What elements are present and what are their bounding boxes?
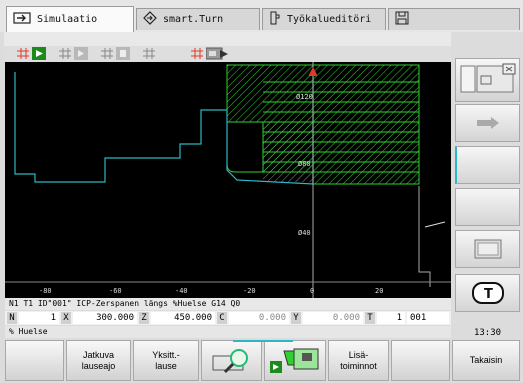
position-label: N xyxy=(7,312,17,324)
tool-button[interactable]: T xyxy=(455,274,520,312)
axis-tick-label: -20 xyxy=(243,287,256,295)
position-label: T xyxy=(365,312,375,324)
cutting-icon xyxy=(270,348,319,373)
position-value: 1 xyxy=(377,312,405,324)
block-display: N1 T1 ID"001" ICP-Zerspanen längs %Huels… xyxy=(5,298,451,310)
arrow-right-icon xyxy=(13,12,31,27)
grid-icon[interactable] xyxy=(58,47,72,60)
soft-key-layout[interactable] xyxy=(455,230,520,268)
position-label: X xyxy=(61,312,71,324)
tool-icon xyxy=(269,11,281,28)
soft-key-disabled[interactable] xyxy=(455,104,520,142)
tab-tyokalueditori[interactable]: Työkalueditöri xyxy=(262,8,386,30)
blank-material xyxy=(226,64,420,185)
button-label: Yksitt.- lause xyxy=(152,349,180,371)
step-icon[interactable] xyxy=(74,47,88,60)
cutting-view-button[interactable] xyxy=(264,340,326,381)
diamond-arrow-icon xyxy=(143,11,157,28)
clock: 13:30 xyxy=(473,328,502,338)
single-block-button[interactable]: Yksitt.- lause xyxy=(133,340,199,381)
axis-tick-label: -80 xyxy=(39,287,52,295)
tool-id-value: 001 xyxy=(407,312,449,324)
grid-red-icon[interactable] xyxy=(16,47,30,60)
soft-key-empty[interactable] xyxy=(455,146,520,184)
tab-save[interactable] xyxy=(388,8,520,30)
simulation-graphic[interactable]: Ø120 Ø80 Ø40 -80 -60 -40 -20 0 20 xyxy=(5,62,451,298)
position-display: N 1 X 300.000 Z 450.000 C 0.000 Y 0.000 … xyxy=(5,311,451,325)
dim-label: Ø120 xyxy=(296,93,313,101)
soft-key-7[interactable] xyxy=(391,340,450,381)
position-value: 0.000 xyxy=(303,312,363,324)
soft-key-1[interactable] xyxy=(5,340,64,381)
position-value: 300.000 xyxy=(73,312,137,324)
simulation-canvas: Ø120 Ø80 Ø40 -80 -60 -40 -20 0 20 xyxy=(5,62,451,298)
axis-tick-label: 20 xyxy=(375,287,383,295)
dim-label: Ø80 xyxy=(298,160,311,168)
position-label: Z xyxy=(139,312,149,324)
button-label: Lisä- toiminnot xyxy=(340,349,377,371)
position-value: 1 xyxy=(19,312,59,324)
view-select-button[interactable] xyxy=(455,58,520,102)
view-button[interactable] xyxy=(201,340,262,381)
program-name: % Huelse xyxy=(5,326,451,338)
tool-t-icon: T xyxy=(471,282,504,304)
position-value: 450.000 xyxy=(151,312,215,324)
zoom-window-icon[interactable] xyxy=(206,47,230,60)
tab-label: smart.Turn xyxy=(163,14,224,25)
position-label: Y xyxy=(291,312,301,324)
more-functions-button[interactable]: Lisä- toiminnot xyxy=(328,340,389,381)
vertical-softkeys: T xyxy=(452,46,523,338)
layout-icon xyxy=(474,239,501,259)
view-icon xyxy=(460,63,515,93)
tab-label: Työkalueditöri xyxy=(287,14,372,25)
play-icon[interactable] xyxy=(32,47,46,60)
axis-tick-label: -40 xyxy=(175,287,188,295)
magnifier-icon xyxy=(212,348,248,373)
tab-smart-turn[interactable]: smart.Turn xyxy=(136,8,260,30)
button-label: Takaisin xyxy=(469,355,503,365)
position-value: 0.000 xyxy=(229,312,289,324)
button-label: Jatkuva lauseajo xyxy=(81,349,116,371)
tab-bar: Simulaatio smart.Turn Työkalueditöri xyxy=(0,0,523,32)
focus-indicator xyxy=(233,340,293,342)
tab-simulaatio[interactable]: Simulaatio xyxy=(6,6,134,32)
status-strip xyxy=(4,32,451,46)
axis-tick-label: -60 xyxy=(109,287,122,295)
grid-icon[interactable] xyxy=(142,47,156,60)
save-icon xyxy=(395,11,409,28)
dim-label: Ø40 xyxy=(298,229,311,237)
tab-label: Simulaatio xyxy=(37,14,98,25)
stop-icon[interactable] xyxy=(116,47,130,60)
arrow-right-icon xyxy=(476,117,499,129)
grid-red-icon[interactable] xyxy=(190,47,204,60)
grid-icon[interactable] xyxy=(100,47,114,60)
soft-key-empty[interactable] xyxy=(455,188,520,226)
simulation-toolbar xyxy=(4,46,451,62)
continuous-run-button[interactable]: Jatkuva lauseajo xyxy=(66,340,131,381)
svg-text:T: T xyxy=(484,287,493,302)
back-button[interactable]: Takaisin xyxy=(452,340,520,381)
position-label: C xyxy=(217,312,227,324)
axis-tick-label: 0 xyxy=(310,287,314,295)
